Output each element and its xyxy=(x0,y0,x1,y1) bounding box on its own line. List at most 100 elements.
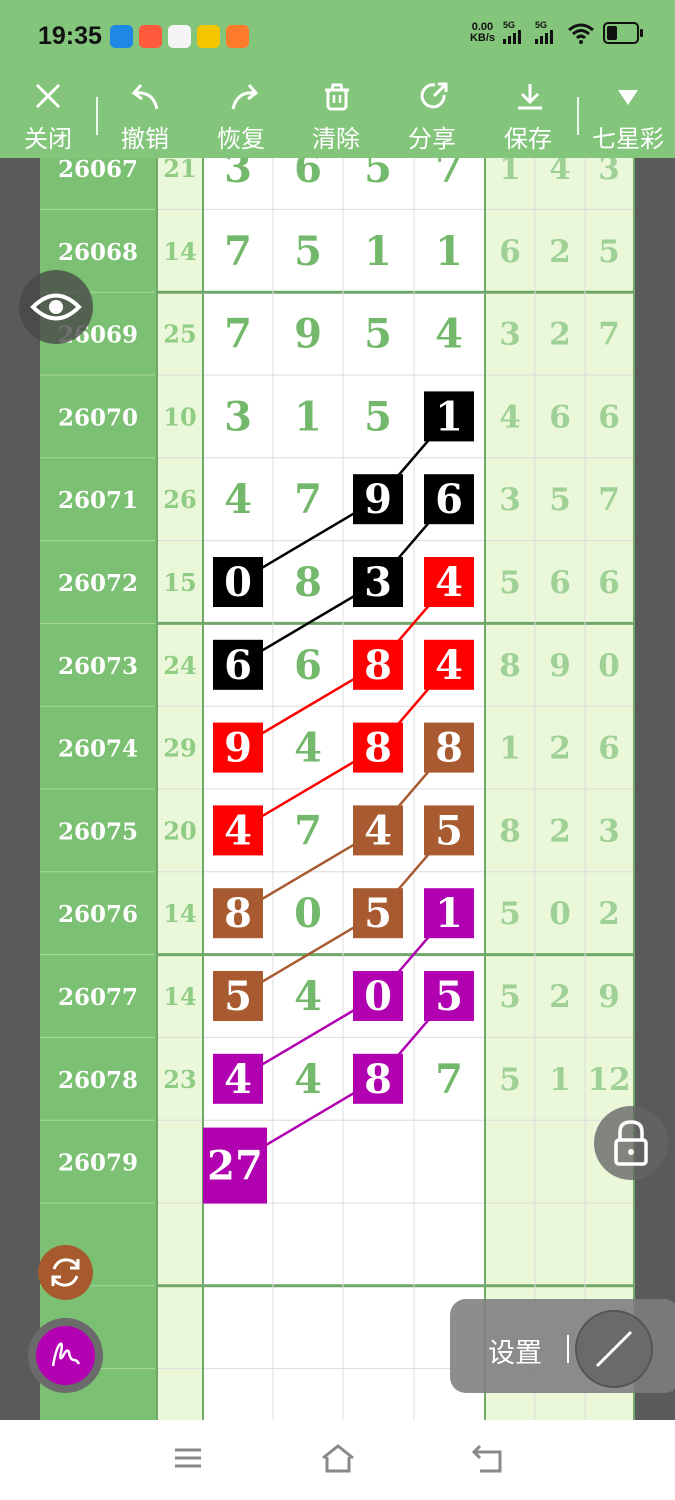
tail-digit: 6 xyxy=(598,399,620,435)
signal-icon-sim2: 5G xyxy=(535,20,559,44)
close-label: 关闭 xyxy=(24,126,72,153)
redo-icon xyxy=(231,84,259,110)
digit-sum: 23 xyxy=(163,1065,196,1094)
tail-digit: 2 xyxy=(549,813,571,849)
settings-divider xyxy=(567,1335,569,1363)
draw-digit: 5 xyxy=(364,311,392,358)
battery-icon xyxy=(603,22,643,44)
digit-sum: 20 xyxy=(163,816,196,845)
highlighted-digit: 9 xyxy=(364,476,392,523)
triangle-down-icon xyxy=(618,90,638,105)
draw-digit: 1 xyxy=(364,228,392,275)
tail-digit: 6 xyxy=(499,234,521,270)
toolbar-divider xyxy=(96,97,98,135)
drawing-toolbar: 关闭 撤销 恢复 清除 分享 保存 七星彩 xyxy=(0,75,675,158)
network-speed: 0.00 KB/s xyxy=(470,22,495,44)
highlighted-digit: 9 xyxy=(224,725,252,772)
draw-digit: 4 xyxy=(294,973,322,1020)
draw-digit: 6 xyxy=(294,642,322,689)
redo-button[interactable]: 恢复 xyxy=(201,75,281,158)
highlighted-digit: 8 xyxy=(435,725,463,772)
undo-button[interactable]: 撤销 xyxy=(105,75,185,158)
digit-sum: 14 xyxy=(163,982,196,1011)
tail-digit: 4 xyxy=(549,158,571,187)
home-icon[interactable] xyxy=(319,1442,357,1476)
lottery-type-dropdown[interactable]: 七星彩 xyxy=(583,75,673,158)
notification-app-icon xyxy=(110,25,133,48)
toggle-visibility-button[interactable] xyxy=(19,270,93,344)
draw-digit: 3 xyxy=(224,158,252,192)
share-label: 分享 xyxy=(408,126,456,153)
lottery-trend-grid[interactable]: 26067 21 3 6 5 7 1 4 3 26068 14 7 5 1 1 6 2 5 26069 25 7 9 5 4 3… xyxy=(0,158,675,1420)
tail-digit: 3 xyxy=(598,813,620,849)
tail-digit: 6 xyxy=(598,731,620,767)
save-button[interactable]: 保存 xyxy=(488,75,568,158)
highlighted-digit: 0 xyxy=(364,973,392,1020)
status-indicators: 0.00 KB/s 5G 5G xyxy=(470,20,643,44)
issue-number: 26078 xyxy=(58,1067,138,1094)
issue-number: 26076 xyxy=(58,901,138,928)
notification-app-icon xyxy=(168,25,191,48)
highlighted-digit: 6 xyxy=(435,476,463,523)
tail-digit: 2 xyxy=(549,317,571,353)
digit-sum: 25 xyxy=(163,320,196,349)
tail-digit: 2 xyxy=(598,896,620,932)
highlighted-digit: 3 xyxy=(364,559,392,606)
refresh-button[interactable] xyxy=(38,1245,93,1300)
trash-icon xyxy=(325,83,349,111)
tail-digit: 3 xyxy=(499,482,521,518)
network-speed-unit: KB/s xyxy=(469,32,495,44)
draw-digit: 0 xyxy=(294,890,322,937)
digit-sum: 14 xyxy=(163,237,196,266)
clear-button[interactable]: 清除 xyxy=(296,75,376,158)
share-button[interactable]: 分享 xyxy=(392,75,472,158)
menu-icon[interactable] xyxy=(172,1442,204,1474)
draw-digit: 5 xyxy=(294,228,322,275)
notification-app-icon xyxy=(197,25,220,48)
draw-digit: 6 xyxy=(294,158,322,192)
digit-sum: 29 xyxy=(163,734,196,763)
digit-sum: 24 xyxy=(163,651,196,680)
issue-number: 26068 xyxy=(58,239,138,266)
draw-digit: 7 xyxy=(294,476,322,523)
pen-color-swatch xyxy=(36,1326,95,1385)
notification-app-icon xyxy=(226,25,249,48)
download-icon xyxy=(518,84,542,110)
draw-digit: 5 xyxy=(364,393,392,440)
digit-sum: 21 xyxy=(163,158,196,183)
issue-number: 26067 xyxy=(58,158,138,183)
tail-digit: 9 xyxy=(598,979,620,1015)
undo-icon xyxy=(131,84,159,110)
tail-digit: 7 xyxy=(598,482,620,518)
undo-label: 撤销 xyxy=(121,126,169,153)
tail-digit: 6 xyxy=(598,565,620,601)
tail-digit: 5 xyxy=(499,896,521,932)
tail-digit: 6 xyxy=(549,565,571,601)
handwriting-icon xyxy=(51,1342,81,1367)
tail-digit: 6 xyxy=(549,399,571,435)
digit-sum: 14 xyxy=(163,899,196,928)
highlighted-digit: 0 xyxy=(224,559,252,606)
lock-button[interactable] xyxy=(594,1106,668,1180)
highlighted-digit: 8 xyxy=(224,890,252,937)
draw-digit: 9 xyxy=(294,311,322,358)
tail-digit: 5 xyxy=(499,979,521,1015)
draw-digit: 7 xyxy=(224,311,252,358)
line-tool-button[interactable] xyxy=(575,1310,653,1388)
pen-color-button[interactable] xyxy=(28,1318,103,1393)
tail-digit: 1 xyxy=(499,731,521,767)
tail-digit: 1 xyxy=(499,158,521,187)
draw-digit: 7 xyxy=(294,807,322,854)
draw-digit: 4 xyxy=(435,311,463,358)
tail-digit: 12 xyxy=(587,1062,630,1098)
highlighted-digit: 1 xyxy=(435,393,463,440)
close-icon xyxy=(35,83,61,109)
close-button[interactable]: 关闭 xyxy=(8,75,88,158)
tail-digit: 8 xyxy=(499,648,521,684)
status-bar: 19:35 0.00 KB/s 5G 5G xyxy=(0,0,675,75)
issue-number: 26071 xyxy=(58,487,138,514)
settings-label[interactable]: 设置 xyxy=(488,1331,542,1370)
highlighted-digit: 6 xyxy=(224,642,252,689)
back-icon[interactable] xyxy=(470,1442,504,1476)
wifi-icon xyxy=(568,23,594,44)
